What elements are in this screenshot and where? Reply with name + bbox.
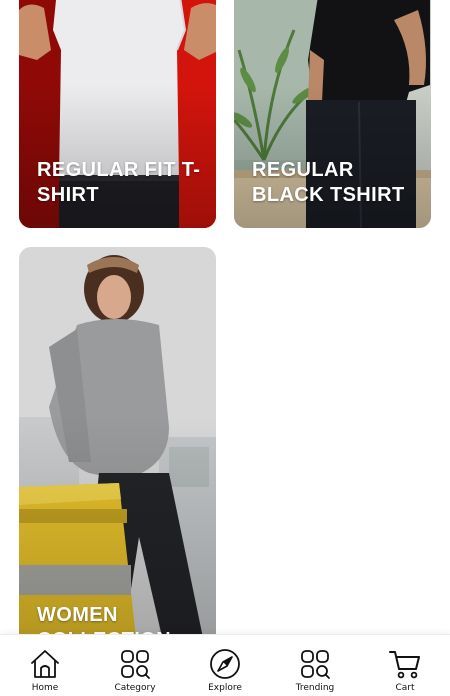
nav-item-category[interactable]: Category [90,635,180,694]
nav-label-cart: Cart [395,683,415,693]
compass-icon [210,649,240,679]
nav-label-category: Category [114,683,156,693]
trending-icon [301,650,330,679]
home-icon [31,650,59,678]
nav-label-home: Home [31,683,59,693]
nav-item-cart[interactable]: Cart [360,635,450,694]
product-card-women-collection[interactable]: WOMEN COLLECTION [19,247,216,667]
product-grid: REGULAR FIT T-SHIRT REGULAR BLACK TSHIRT… [0,0,450,667]
category-icon [121,650,150,679]
nav-label-explore: Explore [208,683,242,693]
nav-item-trending[interactable]: Trending [270,635,360,694]
product-title: REGULAR BLACK TSHIRT [252,159,405,206]
nav-item-explore[interactable]: Explore [180,635,270,694]
nav-item-home[interactable]: Home [0,635,90,694]
product-card-regular-black-tshirt[interactable]: REGULAR BLACK TSHIRT [234,0,431,228]
product-card-regular-fit-tshirt[interactable]: REGULAR FIT T-SHIRT [19,0,216,228]
cart-icon [389,651,420,679]
bottom-navigation: Home Category Explore Trending Cart [0,634,450,696]
product-title: REGULAR FIT T-SHIRT [37,159,201,206]
nav-label-trending: Trending [295,683,335,693]
